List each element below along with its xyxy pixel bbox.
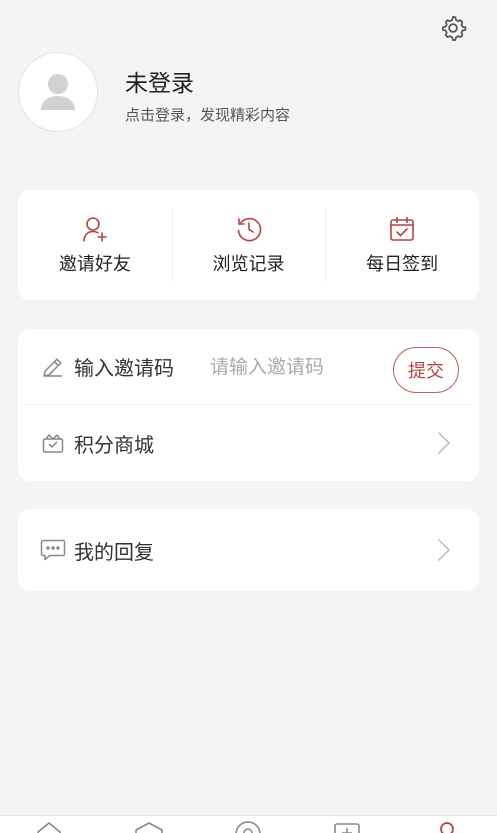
invite-code-label: 输入邀请码 [74, 356, 174, 380]
calendar-check-icon [390, 216, 414, 241]
points-mall-row[interactable]: 积分商城 [18, 405, 479, 481]
tab-location[interactable] [231, 820, 265, 833]
history-icon [237, 217, 261, 242]
account-list-card: 输入邀请码 提交 积分商城 [18, 329, 479, 481]
daily-checkin-button[interactable]: 每日签到 [325, 190, 479, 300]
invite-friends-button[interactable]: 邀请好友 [18, 190, 172, 300]
invite-code-row: 输入邀请码 提交 [24, 329, 473, 405]
tab-publish[interactable] [330, 820, 364, 833]
chevron-right-icon [438, 432, 450, 454]
chevron-right-icon [438, 539, 450, 561]
invite-friends-label: 邀请好友 [58, 254, 131, 275]
chat-bubble-icon [40, 539, 66, 561]
daily-checkin-label: 每日签到 [366, 254, 439, 275]
location-icon [235, 821, 261, 833]
category-icon [135, 822, 163, 833]
add-user-icon [83, 217, 107, 242]
avatar[interactable] [18, 52, 98, 132]
gift-box-icon [42, 434, 64, 453]
submit-button[interactable]: 提交 [393, 347, 459, 393]
profile-icon [440, 822, 454, 833]
pencil-icon [43, 357, 62, 377]
plus-square-icon [334, 823, 360, 833]
quick-actions-card: 邀请好友 浏览记录 每日签到 [18, 190, 479, 300]
home-icon [37, 822, 61, 833]
login-subtitle: 点击登录，发现精彩内容 [125, 106, 291, 124]
browse-history-label: 浏览记录 [212, 254, 285, 275]
my-replies-row[interactable]: 我的回复 [18, 512, 479, 588]
login-title[interactable]: 未登录 [125, 64, 194, 98]
browse-history-button[interactable]: 浏览记录 [171, 190, 326, 300]
my-replies-card: 我的回复 [18, 509, 479, 591]
my-replies-label: 我的回复 [74, 539, 154, 564]
tab-profile[interactable] [430, 820, 464, 833]
bottom-tab-bar [0, 815, 497, 833]
settings-button[interactable] [437, 12, 469, 44]
points-mall-label: 积分商城 [74, 432, 154, 457]
tab-category[interactable] [132, 820, 166, 833]
tab-home[interactable] [32, 820, 66, 833]
invite-code-input[interactable] [210, 351, 380, 383]
default-avatar-icon [41, 74, 75, 110]
profile-header[interactable]: 未登录 点击登录，发现精彩内容 [18, 52, 478, 136]
gear-icon [441, 15, 467, 41]
